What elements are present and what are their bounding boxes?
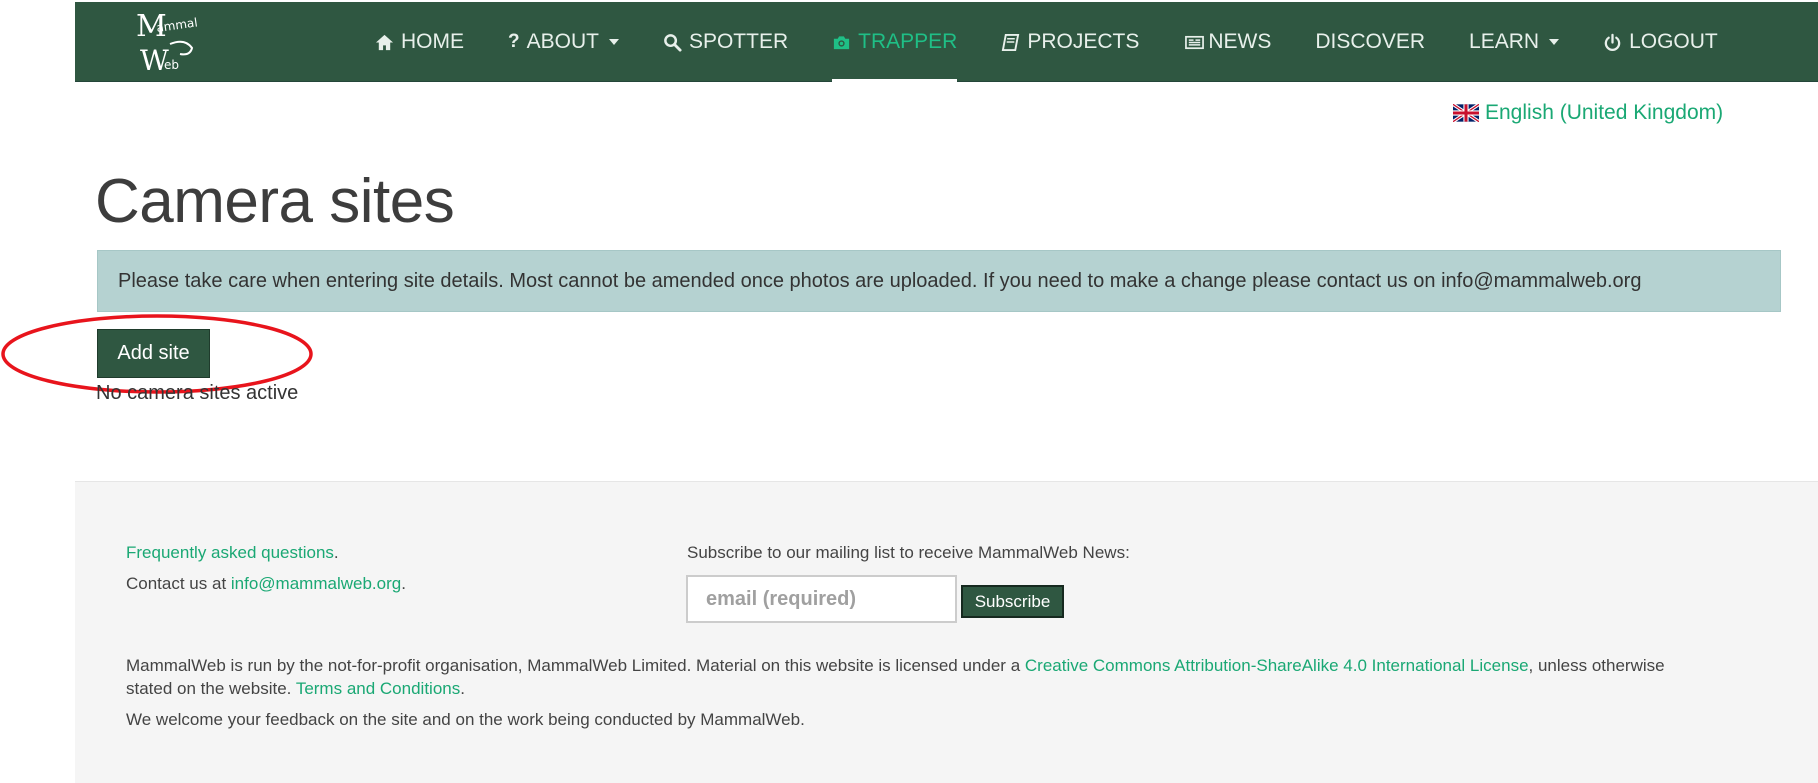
contact-email-link[interactable]: info@mammalweb.org [231,574,401,593]
contact-line: Contact us at info@mammalweb.org. [126,574,406,594]
language-label: English (United Kingdom) [1485,101,1724,124]
top-navbar: M ammal W eb HOME ? ABOUT SPOTTER TRAPPE… [75,2,1818,82]
subscribe-button[interactable]: Subscribe [961,585,1064,618]
nav-learn[interactable]: LEARN [1469,2,1560,82]
faq-line: Frequently asked questions. [126,543,339,563]
site-footer: Frequently asked questions. Contact us a… [75,481,1818,783]
add-site-button[interactable]: Add site [97,329,210,378]
legal-prefix: MammalWeb is run by the not-for-profit o… [126,656,1025,675]
info-alert: Please take care when entering site deta… [97,250,1781,312]
book-icon [1002,33,1020,51]
nav-logout[interactable]: LOGOUT [1603,2,1718,82]
main-nav: HOME ? ABOUT SPOTTER TRAPPER PROJECTS NE… [375,2,1718,82]
svg-text:eb: eb [164,58,179,72]
license-link[interactable]: Creative Commons Attribution-ShareAlike … [1025,656,1529,675]
nav-trapper[interactable]: TRAPPER [832,2,958,82]
uk-flag-icon [1453,104,1479,122]
chevron-down-icon [1549,39,1560,45]
legal-line-2: stated on the website. Terms and Conditi… [126,679,465,699]
power-icon [1604,33,1621,51]
nav-projects-label: PROJECTS [1027,30,1140,53]
newspaper-icon [1185,35,1205,49]
nav-logout-label: LOGOUT [1629,30,1718,53]
nav-about-label: ABOUT [526,30,599,53]
nav-discover-label: DISCOVER [1315,30,1426,53]
nav-spotter-label: SPOTTER [688,30,789,53]
empty-state-message: No camera sites active [96,382,299,404]
nav-trapper-label: TRAPPER [858,30,958,53]
mammalweb-logo[interactable]: M ammal W eb [130,4,210,80]
nav-projects[interactable]: PROJECTS [1001,2,1139,82]
page-title: Camera sites [95,167,455,236]
nav-discover[interactable]: DISCOVER [1315,2,1425,82]
legal-suffix: , unless otherwise [1528,656,1665,675]
subscribe-heading: Subscribe to our mailing list to receive… [687,543,1130,562]
nav-about[interactable]: ? ABOUT [508,2,619,82]
language-selector[interactable]: English (United Kingdom) [1453,101,1723,125]
faq-link[interactable]: Frequently asked questions [126,543,334,562]
contact-suffix: . [401,574,406,593]
nav-spotter[interactable]: SPOTTER [663,2,788,82]
contact-prefix: Contact us at [126,574,231,593]
legal-line2-prefix: stated on the website. [126,679,296,698]
question-icon: ? [508,31,520,52]
search-icon [664,33,682,52]
nav-home[interactable]: HOME [375,2,464,82]
nav-learn-label: LEARN [1469,30,1540,53]
nav-news[interactable]: NEWS [1183,2,1271,82]
email-input[interactable] [686,575,957,623]
terms-link[interactable]: Terms and Conditions [296,679,460,698]
feedback-text: We welcome your feedback on the site and… [126,710,805,729]
alert-text: Please take care when entering site deta… [118,269,1642,292]
nav-home-label: HOME [401,30,464,53]
home-icon [375,34,394,50]
camera-icon [834,35,850,49]
nav-news-label: NEWS [1208,30,1272,53]
legal-line-1: MammalWeb is run by the not-for-profit o… [126,656,1665,676]
faq-suffix: . [333,543,339,562]
terms-suffix: . [460,679,465,698]
chevron-down-icon [608,39,619,45]
